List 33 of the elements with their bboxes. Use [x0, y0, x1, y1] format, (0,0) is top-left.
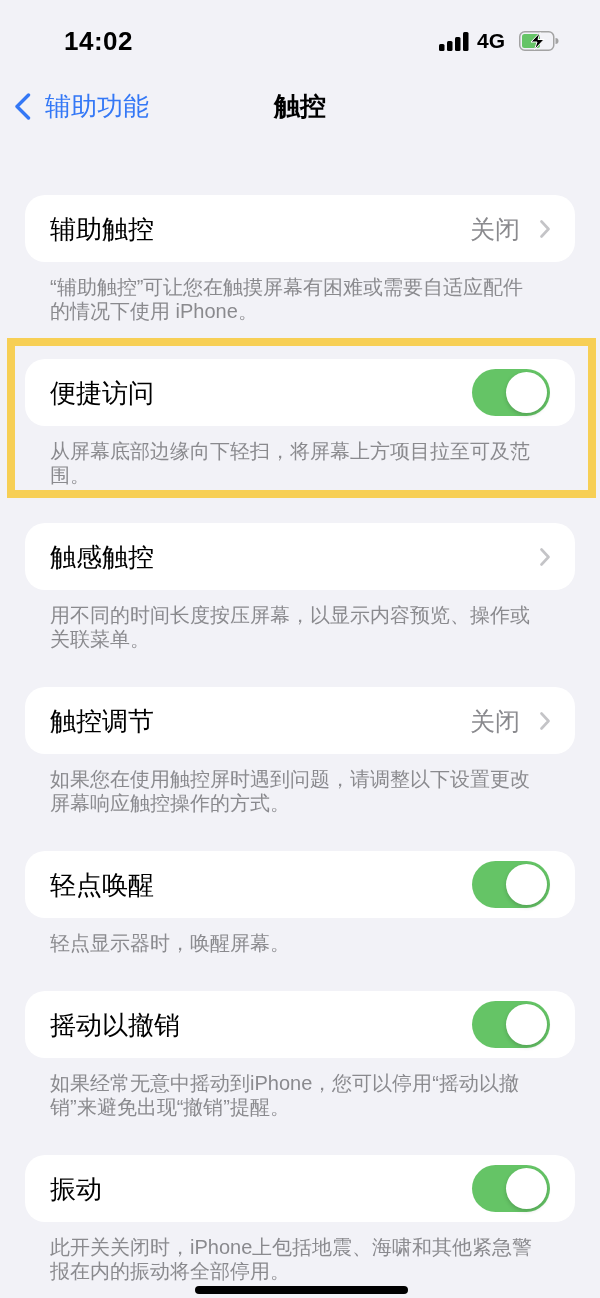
section-footnote: “辅助触控”可让您在触摸屏幕有困难或需要自适应配件的情况下使用 iPhone。 — [49, 275, 525, 323]
settings-row[interactable]: 辅助触控 关闭 — [25, 195, 575, 262]
chevron-right-icon — [540, 711, 550, 730]
toggle-switch[interactable] — [472, 861, 550, 908]
row-value: 关闭 — [470, 213, 520, 245]
row-value: 关闭 — [470, 705, 520, 737]
row-label: 轻点唤醒 — [50, 868, 154, 901]
settings-row[interactable]: 触控调节 关闭 — [25, 687, 575, 754]
row-label: 便捷访问 — [50, 376, 154, 409]
chevron-right-icon — [540, 547, 550, 566]
section-footnote: 用不同的时间长度按压屏幕，以显示内容预览、操作或关联菜单。 — [49, 603, 531, 651]
settings-row[interactable]: 触感触控 — [25, 523, 575, 590]
chevron-left-icon — [14, 92, 31, 120]
status-time: 14:02 — [64, 25, 133, 57]
row-label: 辅助触控 — [50, 212, 154, 245]
toggle-switch[interactable] — [472, 1001, 550, 1048]
section-footnote: 轻点显示器时，唤醒屏幕。 — [49, 931, 291, 955]
row-label: 触控调节 — [50, 704, 154, 737]
row-label: 摇动以撤销 — [50, 1008, 180, 1041]
section-footnote: 此开关关闭时，iPhone上包括地震、海啸和其他紧急警报在内的振动将全部停用。 — [49, 1235, 534, 1283]
back-button[interactable]: 辅助功能 — [14, 91, 149, 121]
section-footnote: 如果经常无意中摇动到iPhone，您可以停用“摇动以撤销”来避免出现“撤销”提醒。 — [49, 1071, 520, 1119]
toggle-switch[interactable] — [472, 1165, 550, 1212]
signal-icon — [439, 31, 469, 51]
section-footnote: 从屏幕底部边缘向下轻扫，将屏幕上方项目拉至可及范围。 — [49, 439, 531, 487]
row-label: 振动 — [50, 1172, 102, 1205]
section-footnote: 如果您在使用触控屏时遇到问题，请调整以下设置更改屏幕响应触控操作的方式。 — [49, 767, 531, 815]
network-label: 4G — [477, 29, 505, 53]
chevron-right-icon — [540, 219, 550, 238]
battery-icon — [519, 31, 559, 51]
page-title: 触控 — [274, 89, 326, 123]
toggle-switch[interactable] — [472, 369, 550, 416]
row-label: 触感触控 — [50, 540, 154, 573]
